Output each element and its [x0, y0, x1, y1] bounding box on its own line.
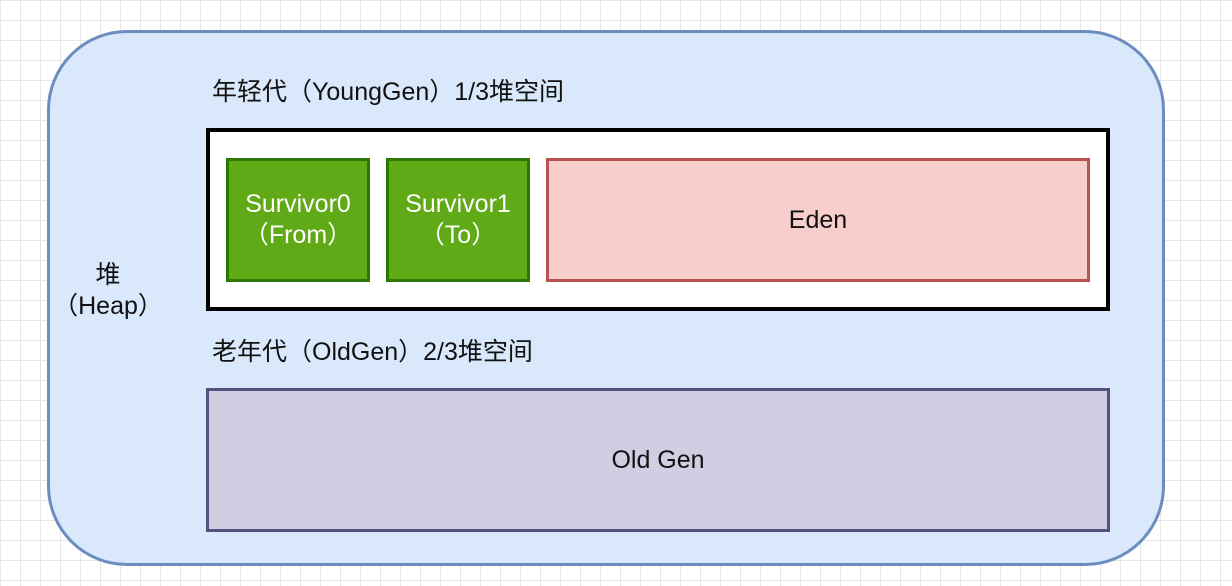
heap-label-line1: 堆 [95, 261, 121, 289]
heap-label: 堆 （Heap） [52, 260, 164, 322]
survivor1-sublabel: （To） [419, 221, 497, 249]
survivor0-sublabel: （From） [243, 221, 353, 249]
survivor1-box: Survivor1 （To） [386, 158, 530, 282]
old-gen-box: Old Gen [206, 388, 1110, 532]
young-gen-title: 年轻代（YoungGen）1/3堆空间 [212, 78, 565, 106]
survivor0-label: Survivor0 [245, 190, 351, 218]
old-gen-label: Old Gen [611, 445, 705, 474]
heap-label-line2: （Heap） [53, 292, 163, 320]
old-gen-title: 老年代（OldGen）2/3堆空间 [212, 338, 533, 366]
survivor1-label: Survivor1 [405, 190, 511, 218]
eden-box: Eden [546, 158, 1090, 282]
survivor0-box: Survivor0 （From） [226, 158, 370, 282]
eden-label: Eden [788, 205, 848, 234]
